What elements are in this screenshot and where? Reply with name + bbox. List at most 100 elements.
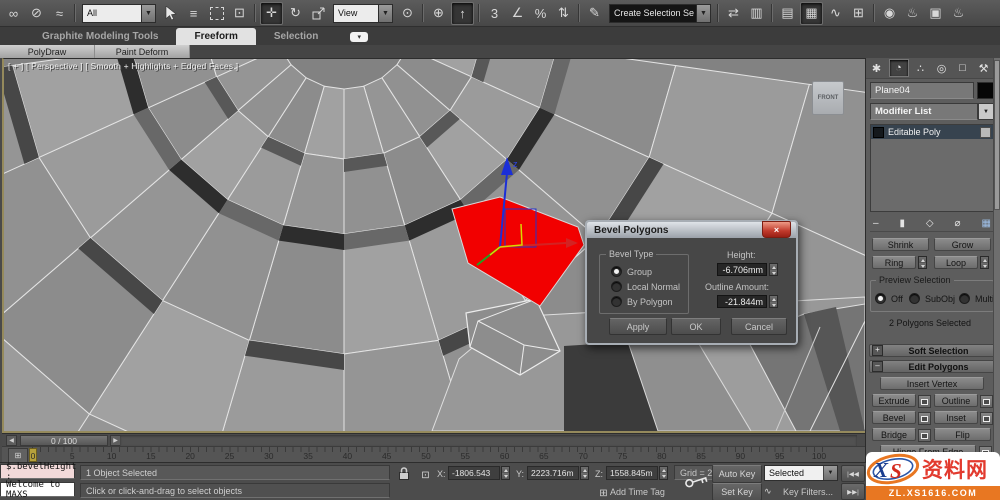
height-spinner[interactable] [769,263,778,276]
inset-button[interactable]: Inset [934,411,978,424]
ok-button[interactable]: OK [671,318,721,335]
snap-toggle-3d-icon[interactable]: 3 [484,3,505,24]
chevron-down-icon[interactable]: ▼ [823,466,837,480]
absolute-mode-icon[interactable]: ⊡ [415,465,436,486]
select-and-move-icon[interactable]: ✛ [260,1,283,25]
create-tab-icon[interactable]: ✱ [868,60,886,76]
tab-selection[interactable]: Selection [256,28,336,45]
tab-freeform[interactable]: Freeform [176,28,256,45]
set-key-button[interactable]: Set Key [712,483,762,500]
align-icon[interactable]: ▥ [746,3,767,24]
panel-scrollbar[interactable] [993,58,1000,500]
radio-icon[interactable] [875,293,886,304]
modifier-list-select[interactable]: Modifier List [870,103,978,120]
height-field[interactable]: -6.706mm [717,263,767,276]
add-time-tag[interactable]: Add Time Tag [610,487,665,497]
next-frame-button-icon[interactable]: ▶▶| [841,483,865,500]
keyboard-override-icon[interactable]: ↑ [451,1,474,25]
grow-button[interactable]: Grow [934,238,991,251]
dialog-titlebar[interactable]: Bevel Polygons × [587,221,796,238]
chevron-down-icon[interactable]: ▼ [378,4,392,22]
spinner-snap-icon[interactable]: ⇅ [553,3,574,24]
manage-layers-icon[interactable]: ▤ [777,3,798,24]
radio-icon[interactable] [611,296,622,307]
object-color-swatch[interactable] [977,82,994,99]
flip-button[interactable]: Flip [934,428,991,441]
time-slider-grip[interactable]: 0 / 100 [20,435,108,446]
collapse-icon[interactable]: – [872,361,883,372]
selection-filter-value[interactable]: All [83,4,141,22]
auto-key-button[interactable]: Auto Key [712,465,762,483]
insert-vertex-button[interactable]: Insert Vertex [880,377,984,390]
preview-subobj-radio[interactable]: SubObj [909,293,955,304]
curve-editor-icon[interactable]: ∿ [825,3,846,24]
scrollbar-thumb[interactable] [994,60,1000,210]
x-coordinate-field[interactable]: -1806.543 [448,466,500,480]
chevron-down-icon[interactable]: ▼ [696,4,710,22]
loop-button[interactable]: Loop [934,256,978,269]
pin-stack-icon[interactable]: – [873,218,879,229]
use-pivot-center-icon[interactable]: ⊙ [397,3,418,24]
percent-snap-icon[interactable]: % [530,3,551,24]
soft-selection-rollout[interactable]: + Soft Selection [869,344,995,357]
bevel-button[interactable]: Bevel [872,411,916,424]
preview-off-radio[interactable]: Off [875,293,903,304]
rendered-frame-window-icon[interactable]: ▣ [925,3,946,24]
ring-spinner[interactable] [918,256,927,269]
expand-icon[interactable]: + [872,345,883,356]
stack-item-editable-poly[interactable]: Editable Poly [871,125,993,139]
extrude-settings-icon[interactable] [918,395,931,408]
select-and-rotate-icon[interactable]: ↻ [285,3,306,24]
radio-local-normal[interactable]: Local Normal [611,281,680,292]
make-unique-icon[interactable]: ◇ [926,218,934,229]
select-and-scale-icon[interactable] [308,3,329,24]
window-crossing-icon[interactable]: ⊡ [229,3,250,24]
outline-button[interactable]: Outline [934,394,978,407]
selection-filter-select[interactable]: All ▼ [82,3,156,23]
render-production-icon[interactable]: ♨ [948,3,969,24]
extrude-button[interactable]: Extrude [872,394,916,407]
y-spinner[interactable] [580,466,589,480]
render-setup-icon[interactable]: ♨ [902,3,923,24]
radio-icon[interactable] [909,293,920,304]
ribbon-minimize-icon[interactable]: ▾ [350,32,369,42]
z-spinner[interactable] [659,466,668,480]
material-editor-icon[interactable]: ◉ [879,3,900,24]
chevron-down-icon[interactable]: ▼ [141,4,155,22]
viewcube[interactable]: FRONT [812,81,844,115]
select-by-name-icon[interactable]: ≡ [183,3,204,24]
schematic-view-icon[interactable]: ⊞ [848,3,869,24]
utilities-tab-icon[interactable]: ⚒ [975,60,993,76]
edit-polygons-rollout[interactable]: – Edit Polygons [869,360,995,373]
graphite-ribbon-toggle-icon[interactable]: ▦ [800,1,823,25]
bridge-button[interactable]: Bridge [872,428,916,441]
ring-button[interactable]: Ring [872,256,916,269]
select-and-link-icon[interactable]: ∞ [3,3,24,24]
y-coordinate-field[interactable]: 2223.716m [527,466,579,480]
radio-icon[interactable] [959,293,970,304]
prev-frame-icon[interactable]: ◀ [6,435,17,446]
shrink-button[interactable]: Shrink [872,238,929,251]
bridge-settings-icon[interactable] [918,429,931,442]
maxscript-listener-line1[interactable]: $.bevelHeight : [0,462,76,482]
show-end-result-icon[interactable]: ▮ [899,218,905,229]
x-spinner[interactable] [501,466,510,480]
bind-to-space-warp-icon[interactable]: ≈ [49,3,70,24]
object-name-field[interactable]: Plane04 [870,82,974,99]
stack-onoff-icon[interactable] [980,126,991,138]
outline-amount-field[interactable]: -21.844m [717,295,767,308]
motion-tab-icon[interactable]: ◎ [933,60,951,76]
named-selection-sets-select[interactable]: Create Selection Se ▼ [609,3,711,23]
reference-coordinate-select[interactable]: View ▼ [333,3,393,23]
radio-icon[interactable] [611,266,622,277]
track-mode-select[interactable]: Selected ▼ [764,465,838,481]
panel-paint-deform[interactable]: Paint Deform [95,45,190,58]
radio-icon[interactable] [611,281,622,292]
reference-coordinate-value[interactable]: View [334,4,378,22]
time-slider-track[interactable] [120,435,857,446]
loop-spinner[interactable] [980,256,989,269]
maxscript-listener-line2[interactable]: Welcome to MAXS [0,480,75,500]
outline-spinner[interactable] [769,295,778,308]
configure-modifier-sets-icon[interactable]: ▦ [982,218,991,229]
default-in-out-curve-icon[interactable]: ∿ [764,486,772,497]
